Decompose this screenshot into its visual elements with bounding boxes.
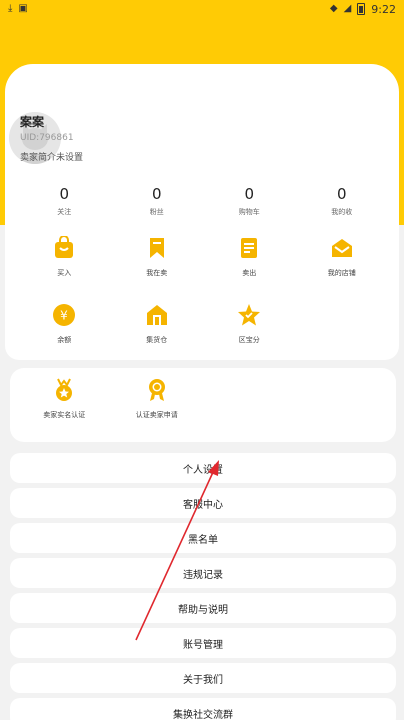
- stat-label: 粉丝: [149, 208, 164, 216]
- medal-icon: [52, 378, 76, 402]
- download-icon: ⤓: [8, 3, 13, 14]
- grid-item-warehouse[interactable]: 集货仓: [111, 303, 204, 345]
- order-grid: 买入 我在卖 卖出 我的店铺: [18, 236, 388, 278]
- user-nickname[interactable]: 案案: [20, 113, 44, 130]
- grid-item-my-store[interactable]: 我的店铺: [296, 236, 389, 278]
- menu-item-about-us[interactable]: 关于我们: [10, 663, 396, 693]
- warehouse-icon: [145, 303, 169, 327]
- grid-item-label: 卖出: [242, 269, 257, 277]
- menu-item-account-management[interactable]: 账号管理: [10, 628, 396, 658]
- menu-item-exchange-group[interactable]: 集换社交流群: [10, 698, 396, 720]
- menu-item-blacklist[interactable]: 黑名单: [10, 523, 396, 553]
- stat-value: 0: [336, 185, 347, 203]
- grid-item-points[interactable]: 区宝分: [203, 303, 296, 345]
- photo-icon: ▣: [18, 3, 28, 14]
- grid-item-buy[interactable]: 买入: [18, 236, 111, 278]
- status-time: 9:22: [371, 2, 396, 16]
- menu-item-label: 客服中心: [183, 499, 223, 511]
- stat-cart[interactable]: 0 购物车: [203, 185, 296, 217]
- menu-item-personal-settings[interactable]: 个人设置: [10, 453, 396, 483]
- grid-item-sold[interactable]: 卖出: [203, 236, 296, 278]
- menu-item-label: 帮助与说明: [178, 604, 228, 616]
- grid-item-balance[interactable]: ¥ 余额: [18, 303, 111, 345]
- grid-item-label: 区宝分: [238, 336, 260, 344]
- signal-icon: ◢: [343, 3, 352, 14]
- seller-realname-cert-item[interactable]: 卖家实名认证: [18, 378, 111, 420]
- menu-item-violation-records[interactable]: 违规记录: [10, 558, 396, 588]
- svg-text:¥: ¥: [60, 309, 68, 323]
- grid-item-selling[interactable]: 我在卖: [111, 236, 204, 278]
- stat-value: 0: [151, 185, 162, 203]
- menu-item-label: 集换社交流群: [173, 709, 233, 720]
- user-intro[interactable]: 卖家简介未设置: [20, 150, 83, 163]
- grid-item-label: 我在卖: [146, 269, 168, 277]
- stat-label: 我的收: [331, 208, 353, 216]
- grid-item-label: 卖家实名认证: [43, 411, 86, 419]
- menu-item-label: 关于我们: [183, 674, 223, 686]
- menu-item-customer-service[interactable]: 客服中心: [10, 488, 396, 518]
- stat-label: 关注: [57, 208, 72, 216]
- bag-icon: [52, 236, 76, 260]
- certification-grid: 卖家实名认证 认证卖家申请: [18, 378, 388, 420]
- user-uid: UID:796861: [20, 133, 74, 143]
- stat-value: 0: [244, 185, 255, 203]
- stat-label: 购物车: [238, 208, 260, 216]
- grid-item-label: 余额: [57, 336, 72, 344]
- status-bar: ⤓ ▣ ◆ ◢ 9:22: [0, 0, 404, 18]
- grid-item-label: 集货仓: [146, 336, 168, 344]
- menu-item-label: 个人设置: [183, 464, 223, 476]
- stat-fans[interactable]: 0 粉丝: [111, 185, 204, 217]
- menu-item-help[interactable]: 帮助与说明: [10, 593, 396, 623]
- coin-icon: ¥: [52, 303, 76, 327]
- document-icon: [237, 236, 261, 260]
- battery-icon: [357, 3, 366, 15]
- stat-value: 0: [59, 185, 70, 203]
- grid-item-label: 我的店铺: [327, 269, 356, 277]
- star-icon: [237, 303, 261, 327]
- seller-apply-cert-item[interactable]: 认证卖家申请: [111, 378, 204, 420]
- grid-item-label: 买入: [57, 269, 72, 277]
- bookmark-icon: [145, 236, 169, 260]
- stat-follow[interactable]: 0 关注: [18, 185, 111, 217]
- menu-item-label: 违规记录: [183, 569, 223, 581]
- menu-item-label: 黑名单: [188, 534, 218, 546]
- ribbon-icon: [145, 378, 169, 402]
- wifi-icon: ◆: [329, 3, 338, 14]
- mail-icon: [330, 236, 354, 260]
- grid-item-label: 认证卖家申请: [135, 411, 178, 419]
- asset-grid: ¥ 余额 集货仓 区宝分: [18, 303, 388, 345]
- stats-row: 0 关注 0 粉丝 0 购物车 0 我的收: [18, 185, 388, 217]
- stat-collect[interactable]: 0 我的收: [296, 185, 389, 217]
- menu-item-label: 账号管理: [183, 639, 223, 651]
